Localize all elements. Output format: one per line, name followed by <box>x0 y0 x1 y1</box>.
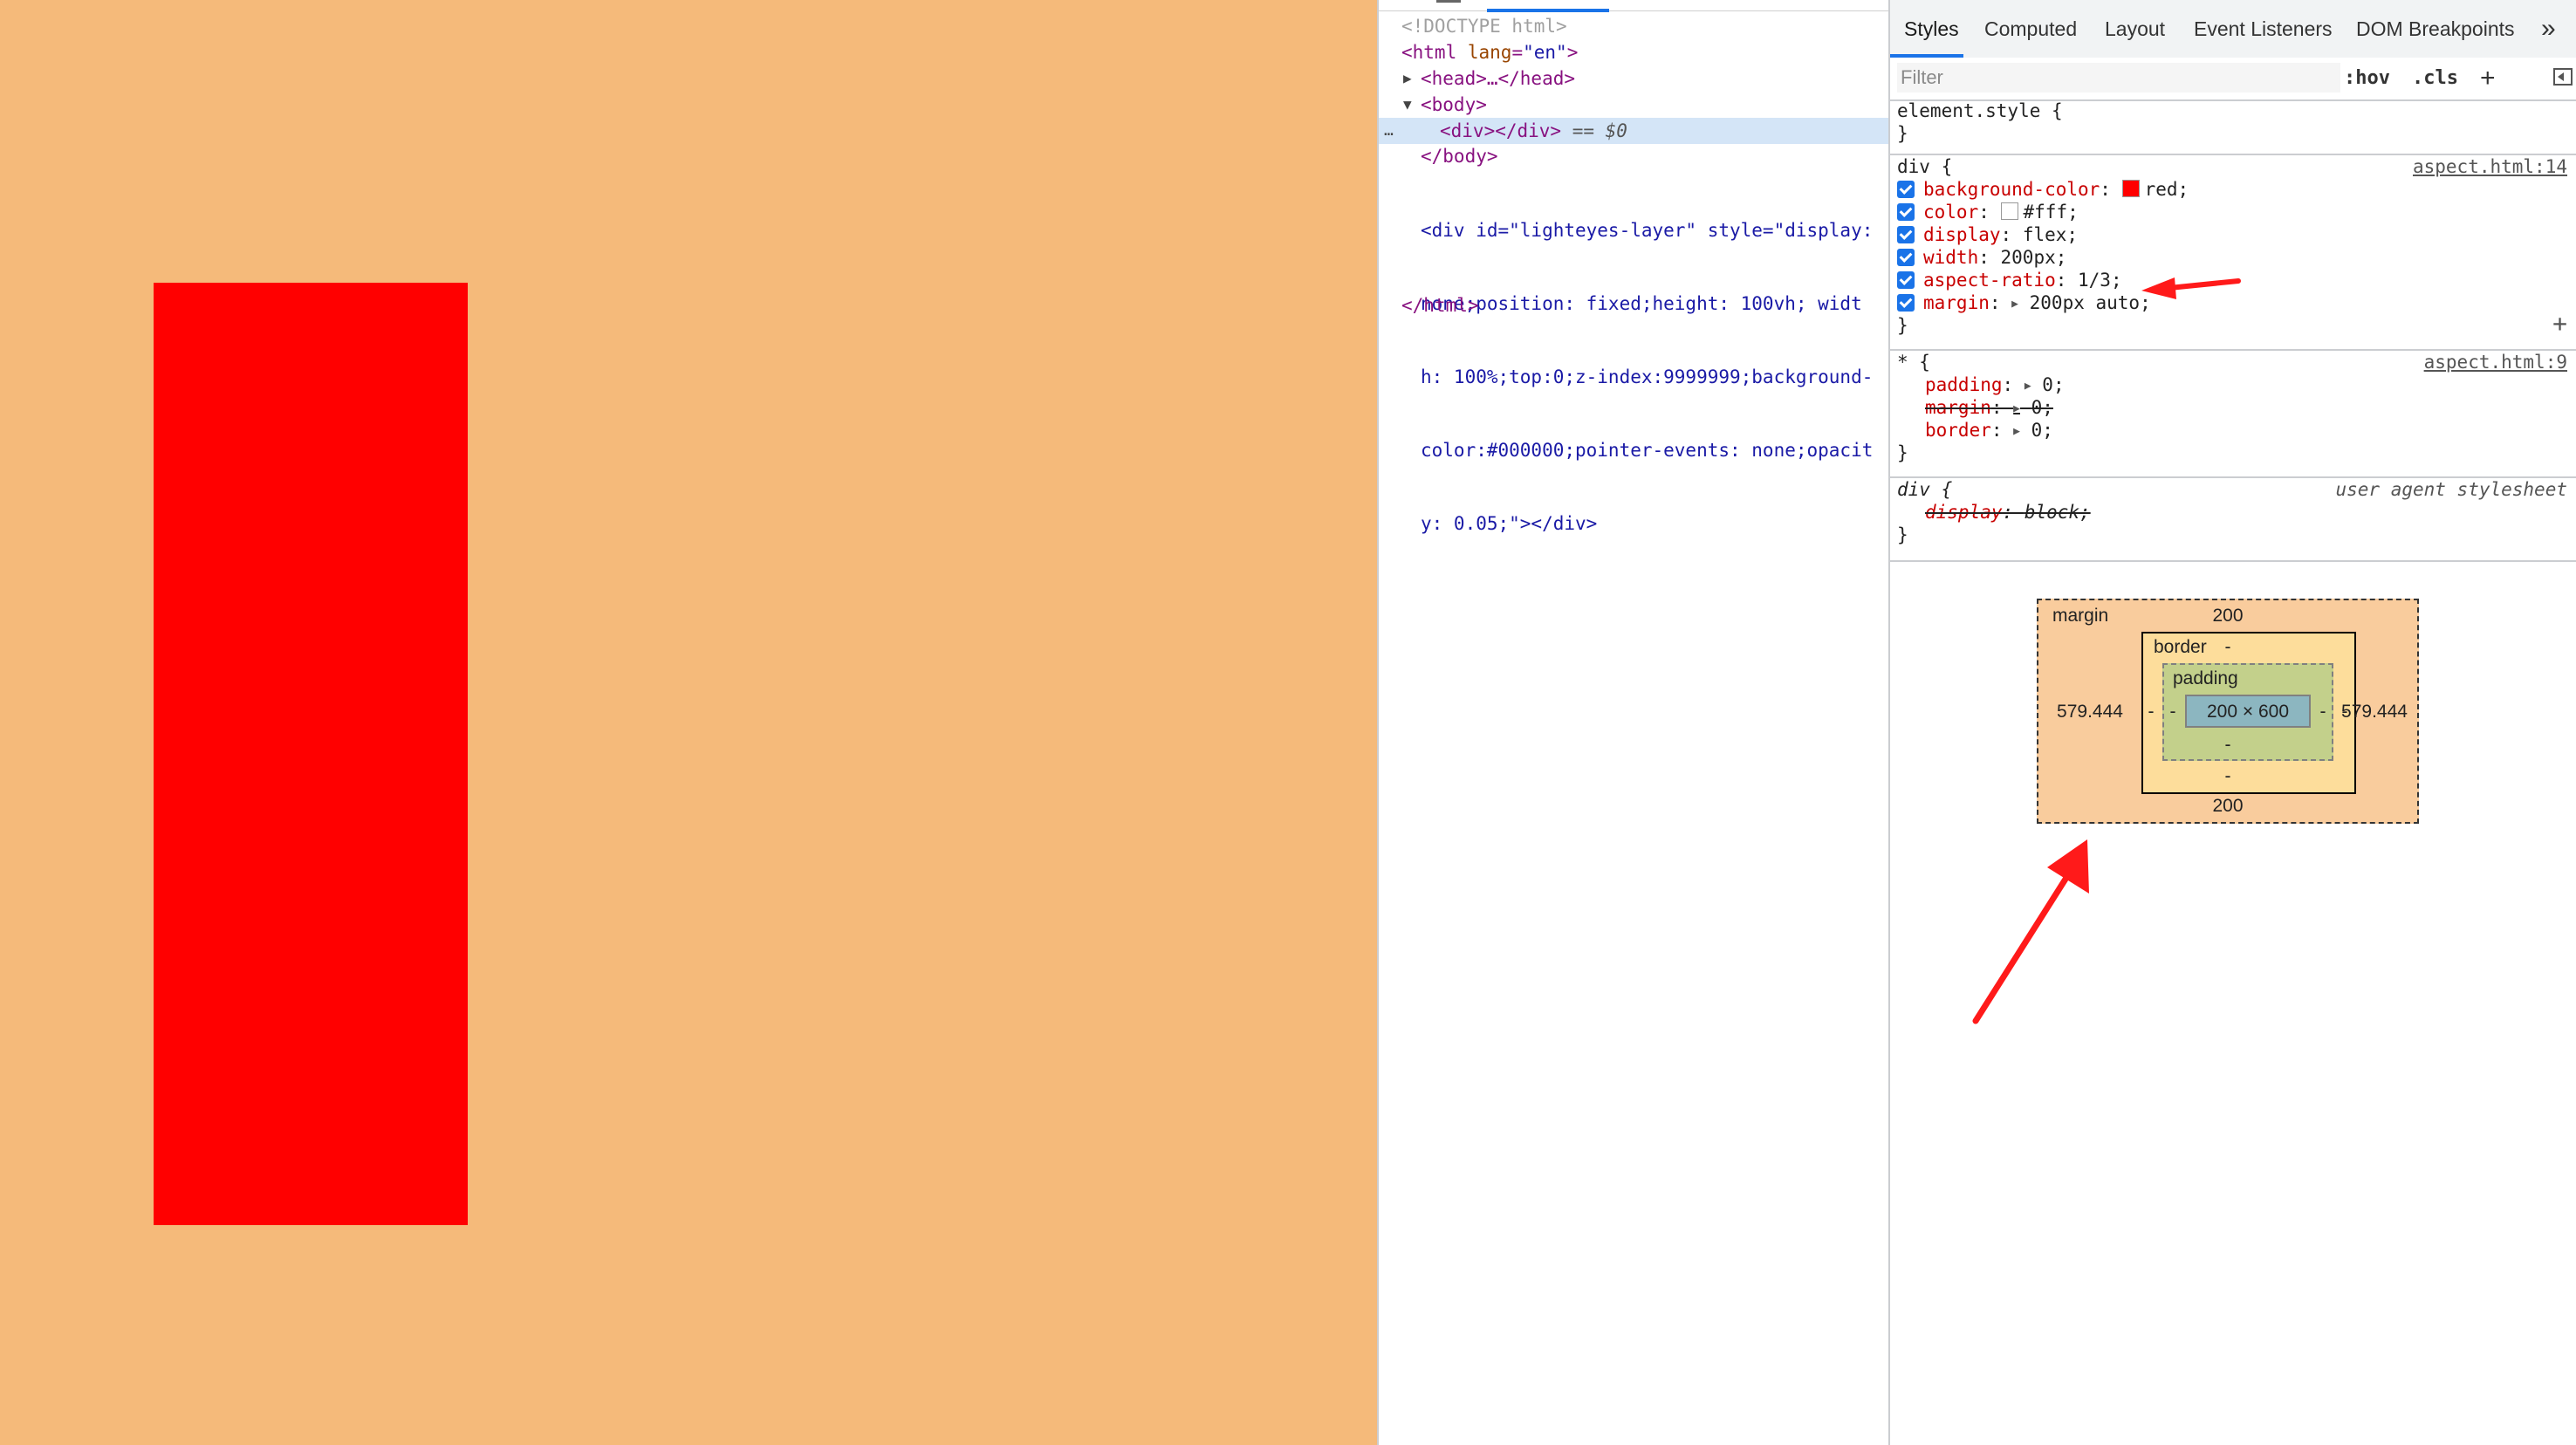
dom-doctype[interactable]: <!DOCTYPE html> <box>1379 13 1888 39</box>
rule-selector[interactable]: element.style { <box>1897 99 2063 122</box>
cls-button[interactable]: .cls <box>2412 58 2458 99</box>
filter-input[interactable] <box>1897 63 2340 92</box>
devtools-panel: <!DOCTYPE html> <html lang="en"> ▶ <head… <box>1377 0 2576 1445</box>
color-swatch[interactable] <box>2121 180 2140 197</box>
rule-div-aspect: div { aspect.html:14 background-color: r… <box>1890 155 2576 351</box>
hov-button[interactable]: :hov <box>2344 58 2390 99</box>
rule-element-style: element.style { } <box>1890 99 2576 155</box>
rule-user-agent: div { user agent stylesheet display: blo… <box>1890 478 2576 562</box>
page-viewport <box>0 0 1377 1445</box>
margin-top-value[interactable]: 200 <box>2212 606 2243 627</box>
lighteyes-line: y: 0.05;"></div> <box>1421 513 1598 534</box>
expand-triangle-icon[interactable]: ▶ <box>2013 425 2020 438</box>
selected-marker: == $0 <box>1572 120 1627 141</box>
expand-triangle-icon[interactable]: ▶ <box>1403 65 1412 92</box>
property-checkbox[interactable] <box>1897 294 1915 312</box>
expand-triangle-icon[interactable]: ▶ <box>2011 298 2018 311</box>
border-right-value[interactable]: - <box>2342 702 2348 722</box>
collapse-triangle-icon[interactable]: ▼ <box>1403 92 1412 118</box>
elements-dom-tree: <!DOCTYPE html> <html lang="en"> ▶ <head… <box>1379 0 1890 1445</box>
dom-html-close[interactable]: </html> <box>1379 292 1888 318</box>
tab-dom-breakpoints[interactable]: DOM Breakpoints <box>2356 0 2515 58</box>
dom-body-open[interactable]: ▼ <body> <box>1379 92 1888 118</box>
margin-bottom-value[interactable]: 200 <box>2212 796 2243 817</box>
devtools-top-strip <box>1379 0 1888 12</box>
toggle-sidebar-icon[interactable] <box>2553 68 2573 86</box>
rule-selector[interactable]: div { <box>1897 155 1952 178</box>
tab-elements[interactable] <box>1487 0 1609 12</box>
rule-source-label: user agent stylesheet <box>2335 479 2567 500</box>
border-left-value[interactable]: - <box>2148 702 2155 722</box>
property-checkbox[interactable] <box>1897 181 1915 198</box>
property-checkbox[interactable] <box>1897 271 1915 289</box>
border-label: border <box>2154 637 2207 657</box>
dom-head[interactable]: ▶ <head>…</head> <box>1379 65 1888 92</box>
dom-lighteyes-layer[interactable]: <div id="lighteyes-layer" style="display… <box>1421 169 1888 585</box>
padding-left-value[interactable]: - <box>2170 702 2176 722</box>
property-row[interactable]: border: ▶ 0; <box>1925 419 2053 442</box>
lang-value: "en" <box>1523 42 1567 63</box>
rule-selector[interactable]: * { <box>1897 351 1930 373</box>
property-checkbox[interactable] <box>1897 226 1915 243</box>
lang-attr: lang <box>1467 42 1512 63</box>
property-checkbox[interactable] <box>1897 249 1915 266</box>
new-style-rule-button[interactable]: + <box>2480 58 2496 99</box>
tab-layout[interactable]: Layout <box>2105 0 2165 58</box>
padding-label: padding <box>2173 668 2238 688</box>
more-tabs-icon[interactable]: » <box>2541 0 2556 58</box>
tab-styles[interactable]: Styles <box>1904 0 1959 58</box>
property-row[interactable]: background-color: red; <box>1897 178 2189 201</box>
rule-source-link[interactable]: aspect.html:9 <box>2424 351 2567 373</box>
property-row[interactable]: width: 200px; <box>1897 246 2066 269</box>
property-row[interactable]: padding: ▶ 0; <box>1925 373 2065 396</box>
inspect-icon[interactable] <box>1436 0 1461 3</box>
sidebar-tabbar: Styles Computed Layout Event Listeners D… <box>1890 0 2576 59</box>
border-top-value[interactable]: - <box>2225 637 2231 658</box>
property-row[interactable]: color: #fff; <box>1897 201 2079 223</box>
aspect-ratio-demo-box <box>154 283 468 1225</box>
dom-selected-div[interactable]: … <div></div> == $0 <box>1379 118 1888 144</box>
tab-event-listeners[interactable]: Event Listeners <box>2194 0 2333 58</box>
padding-bottom-value[interactable]: - <box>2225 735 2231 756</box>
padding-right-value[interactable]: - <box>2320 702 2326 722</box>
property-row[interactable]: margin: ▶ 200px auto; <box>1897 291 2151 314</box>
expand-triangle-icon[interactable]: ▶ <box>2013 402 2020 415</box>
property-row[interactable]: display: flex; <box>1897 223 2078 246</box>
lighteyes-line: h: 100%;top:0;z-index:9999999;background… <box>1421 366 1874 387</box>
property-row-aspect-ratio[interactable]: aspect-ratio: 1/3; <box>1897 269 2122 291</box>
color-swatch[interactable] <box>2000 202 2018 220</box>
margin-right-value[interactable]: 579.444 <box>2341 702 2408 722</box>
rule-selector: div { <box>1897 479 1953 500</box>
more-dots-icon[interactable]: … <box>1384 118 1394 144</box>
lighteyes-line: color:#000000;pointer-events: none;opaci… <box>1421 440 1874 461</box>
html-tag: <html <box>1401 42 1457 63</box>
lighteyes-line: <div id="lighteyes-layer" style="display… <box>1421 220 1874 241</box>
expand-triangle-icon[interactable]: ▶ <box>2024 380 2031 393</box>
tab-computed[interactable]: Computed <box>1984 0 2077 58</box>
content-size-value[interactable]: 200 × 600 <box>2207 702 2289 722</box>
add-property-button[interactable]: + <box>2552 312 2567 336</box>
rule-source-link[interactable]: aspect.html:14 <box>2413 155 2567 178</box>
property-checkbox[interactable] <box>1897 203 1915 221</box>
rule-universal: * { aspect.html:9 padding: ▶ 0; margin: … <box>1890 351 2576 478</box>
div-tag: <div></div> <box>1440 120 1562 141</box>
margin-label: margin <box>2052 606 2109 626</box>
box-model-diagram: margin 200 200 579.444 579.444 border - … <box>1890 576 2576 838</box>
styles-sidebar: Styles Computed Layout Event Listeners D… <box>1890 0 2576 1445</box>
dom-html-open[interactable]: <html lang="en"> <box>1379 39 1888 65</box>
border-bottom-value[interactable]: - <box>2225 766 2231 787</box>
property-row-overridden[interactable]: display: block; <box>1925 501 2091 524</box>
filter-toolbar: :hov .cls + <box>1890 58 2576 101</box>
property-row-overridden[interactable]: margin: ▶ 0; <box>1925 396 2053 419</box>
margin-left-value[interactable]: 579.444 <box>2057 702 2123 722</box>
dom-body-close[interactable]: </body> <box>1379 143 1888 169</box>
